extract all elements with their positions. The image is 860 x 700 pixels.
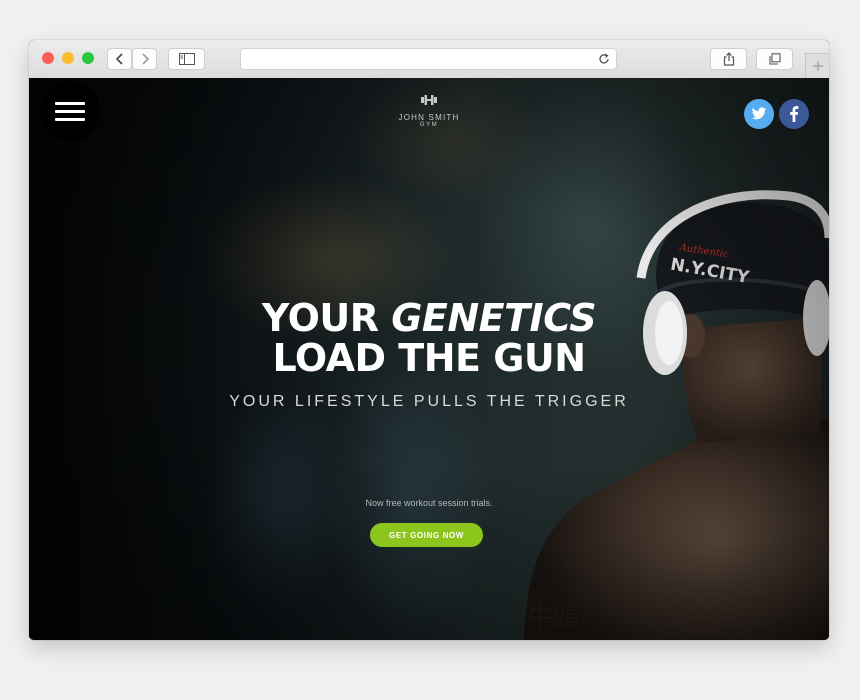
hamburger-menu-button[interactable] [40,81,100,141]
tabs-icon [768,53,781,65]
zoom-window-button[interactable] [82,52,94,64]
plus-icon [812,61,823,71]
dumbbell-icon [421,95,437,105]
sidebar-button[interactable] [168,48,205,70]
get-going-now-button[interactable]: GET GOING NOW [370,523,483,547]
headline-line-1: YOUR GENETICS [179,298,679,338]
site-logo[interactable]: JOHN SMITH GYM [379,92,479,129]
hero-tagline: YOUR LIFESTYLE PULLS THE TRIGGER [229,393,629,410]
new-tab-button[interactable] [805,53,829,78]
close-window-button[interactable] [42,52,54,64]
twitter-icon [751,107,767,120]
share-icon [723,52,734,66]
headline-accent: GENETICS [391,296,597,340]
forward-button[interactable] [132,48,157,70]
tabs-overview-button[interactable] [756,48,793,70]
hamburger-menu-icon [55,101,85,105]
facebook-button[interactable] [779,99,809,129]
chevron-left-icon [115,53,123,65]
share-button[interactable] [710,48,747,70]
reload-icon[interactable] [598,53,610,65]
facebook-icon [790,106,799,122]
browser-window: N.Y.CITY Authentic 牛頭 JOHN SMITH GYM [29,40,829,640]
trial-note: Now free workout session trials. [365,498,493,508]
headline-plain: YOUR [261,296,392,340]
minimize-window-button[interactable] [62,52,74,64]
logo-subtitle: GYM [419,122,439,128]
twitter-button[interactable] [744,99,774,129]
chevron-right-icon [141,53,149,65]
headline-line-2: LOAD THE GUN [272,336,586,380]
hero-headline: YOUR GENETICS LOAD THE GUN [179,298,679,378]
browser-toolbar [29,40,829,79]
logo-name: JOHN SMITH [398,113,460,122]
back-button[interactable] [107,48,132,70]
hero-section: N.Y.CITY Authentic 牛頭 JOHN SMITH GYM [29,78,829,640]
hamburger-menu-icon-bar [55,109,85,113]
sidebar-icon [178,53,195,65]
hamburger-menu-icon-bar [55,117,85,121]
address-bar[interactable] [240,48,617,70]
